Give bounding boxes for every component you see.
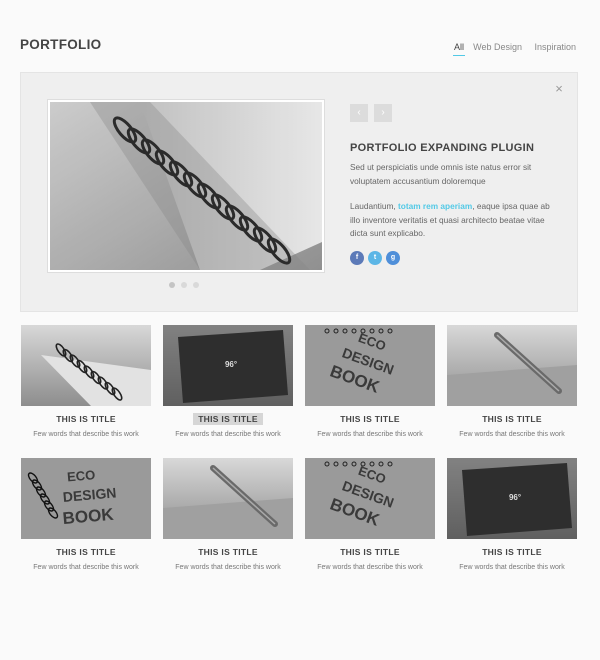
preview-title: PORTFOLIO EXPANDING PLUGIN xyxy=(350,142,535,154)
item-description: Few words that describe this work xyxy=(317,564,423,571)
portfolio-item[interactable]: 96° THIS IS TITLE Few words that describe … xyxy=(447,458,577,578)
item-description: Few words that describe this work xyxy=(175,564,281,571)
filter-inspiration[interactable]: Inspiration xyxy=(534,42,576,52)
item-title: THIS IS TITLE xyxy=(482,547,542,557)
portfolio-item[interactable]: THIS IS TITLE Few words that describe thi… xyxy=(21,325,151,445)
pen-photo xyxy=(163,458,293,539)
expanded-preview: × ‹ › PORTFOLIO EXPANDING PLUGIN Sed ut … xyxy=(20,72,578,312)
item-title: THIS IS TITLE xyxy=(56,414,116,424)
portfolio-item[interactable]: THIS IS TITLE Few words that describe thi… xyxy=(447,325,577,445)
item-title: THIS IS TITLE xyxy=(482,414,542,424)
portfolio-item[interactable]: ECO DESIGN BOOK THIS IS TITLE Few words that… xyxy=(305,458,435,578)
notebook-cover-photo: 96° xyxy=(447,458,577,539)
item-description: Few words that describe this work xyxy=(33,564,139,571)
item-title: THIS IS TITLE xyxy=(198,547,258,557)
svg-text:96°: 96° xyxy=(225,360,237,369)
svg-text:ECO: ECO xyxy=(66,467,95,484)
preview-description-2: Laudantium, totam rem aperiam, eaque ips… xyxy=(350,201,550,238)
item-title: THIS IS TITLE xyxy=(56,547,116,557)
item-title: THIS IS TITLE xyxy=(340,414,400,424)
item-description: Few words that describe this work xyxy=(33,431,139,438)
item-description: Few words that describe this work xyxy=(317,431,423,438)
eco-design-book-photo: ECODESIGNBOOK xyxy=(305,325,435,406)
thumbnail-image[interactable] xyxy=(21,325,151,406)
slide-dot[interactable] xyxy=(181,282,187,288)
item-description: Few words that describe this work xyxy=(459,564,565,571)
item-description: Few words that describe this work xyxy=(459,431,565,438)
item-description: Few words that describe this work xyxy=(175,431,281,438)
thumbnail-image[interactable] xyxy=(447,325,577,406)
preview-image xyxy=(47,99,325,273)
spiral-notebook-photo xyxy=(50,102,322,270)
thumbnail-image[interactable]: ECO DESIGN BOOK xyxy=(21,458,151,539)
eco-design-book-side-photo: ECODESIGNBOOK xyxy=(21,458,151,539)
spiral-notebook-photo xyxy=(21,325,151,406)
filter-all[interactable]: All xyxy=(452,42,466,56)
prev-arrow-icon[interactable]: ‹ xyxy=(350,104,368,122)
portfolio-item[interactable]: 96° THIS IS TITLE Few words that describe … xyxy=(163,325,293,445)
next-arrow-icon[interactable]: › xyxy=(374,104,392,122)
slide-dot[interactable] xyxy=(169,282,175,288)
site-title: PORTFOLIO xyxy=(20,37,102,52)
pen-photo xyxy=(447,325,577,406)
portfolio-item[interactable]: ECO DESIGN BOOK THIS IS TITLE Few words that… xyxy=(305,325,435,445)
portfolio-item[interactable]: ECO DESIGN BOOK THIS IS TITLE Few words that… xyxy=(21,458,151,578)
google-plus-icon[interactable]: g xyxy=(386,251,400,265)
thumbnail-image[interactable]: ECO DESIGN BOOK xyxy=(305,458,435,539)
item-title: THIS IS TITLE xyxy=(163,413,293,425)
close-icon[interactable]: × xyxy=(553,82,565,95)
thumbnail-image[interactable] xyxy=(163,458,293,539)
notebook-cover-photo: 96° xyxy=(163,325,293,406)
highlight-link[interactable]: totam rem aperiam xyxy=(398,201,472,211)
thumbnail-image[interactable]: ECO DESIGN BOOK xyxy=(305,325,435,406)
filter-web-design[interactable]: Web Design xyxy=(473,42,522,52)
header: PORTFOLIO All Web Design Inspiration xyxy=(0,0,600,60)
facebook-icon[interactable]: f xyxy=(350,251,364,265)
portfolio-item[interactable]: THIS IS TITLE Few words that describe thi… xyxy=(163,458,293,578)
preview-description: Sed ut perspiciatis unde omnis iste natu… xyxy=(350,162,532,186)
slide-dot[interactable] xyxy=(193,282,199,288)
eco-design-book-photo: ECODESIGNBOOK xyxy=(305,458,435,539)
item-title: THIS IS TITLE xyxy=(340,547,400,557)
thumbnail-image[interactable]: 96° xyxy=(163,325,293,406)
thumbnail-image[interactable]: 96° xyxy=(447,458,577,539)
twitter-icon[interactable]: t xyxy=(368,251,382,265)
svg-text:96°: 96° xyxy=(509,493,521,502)
